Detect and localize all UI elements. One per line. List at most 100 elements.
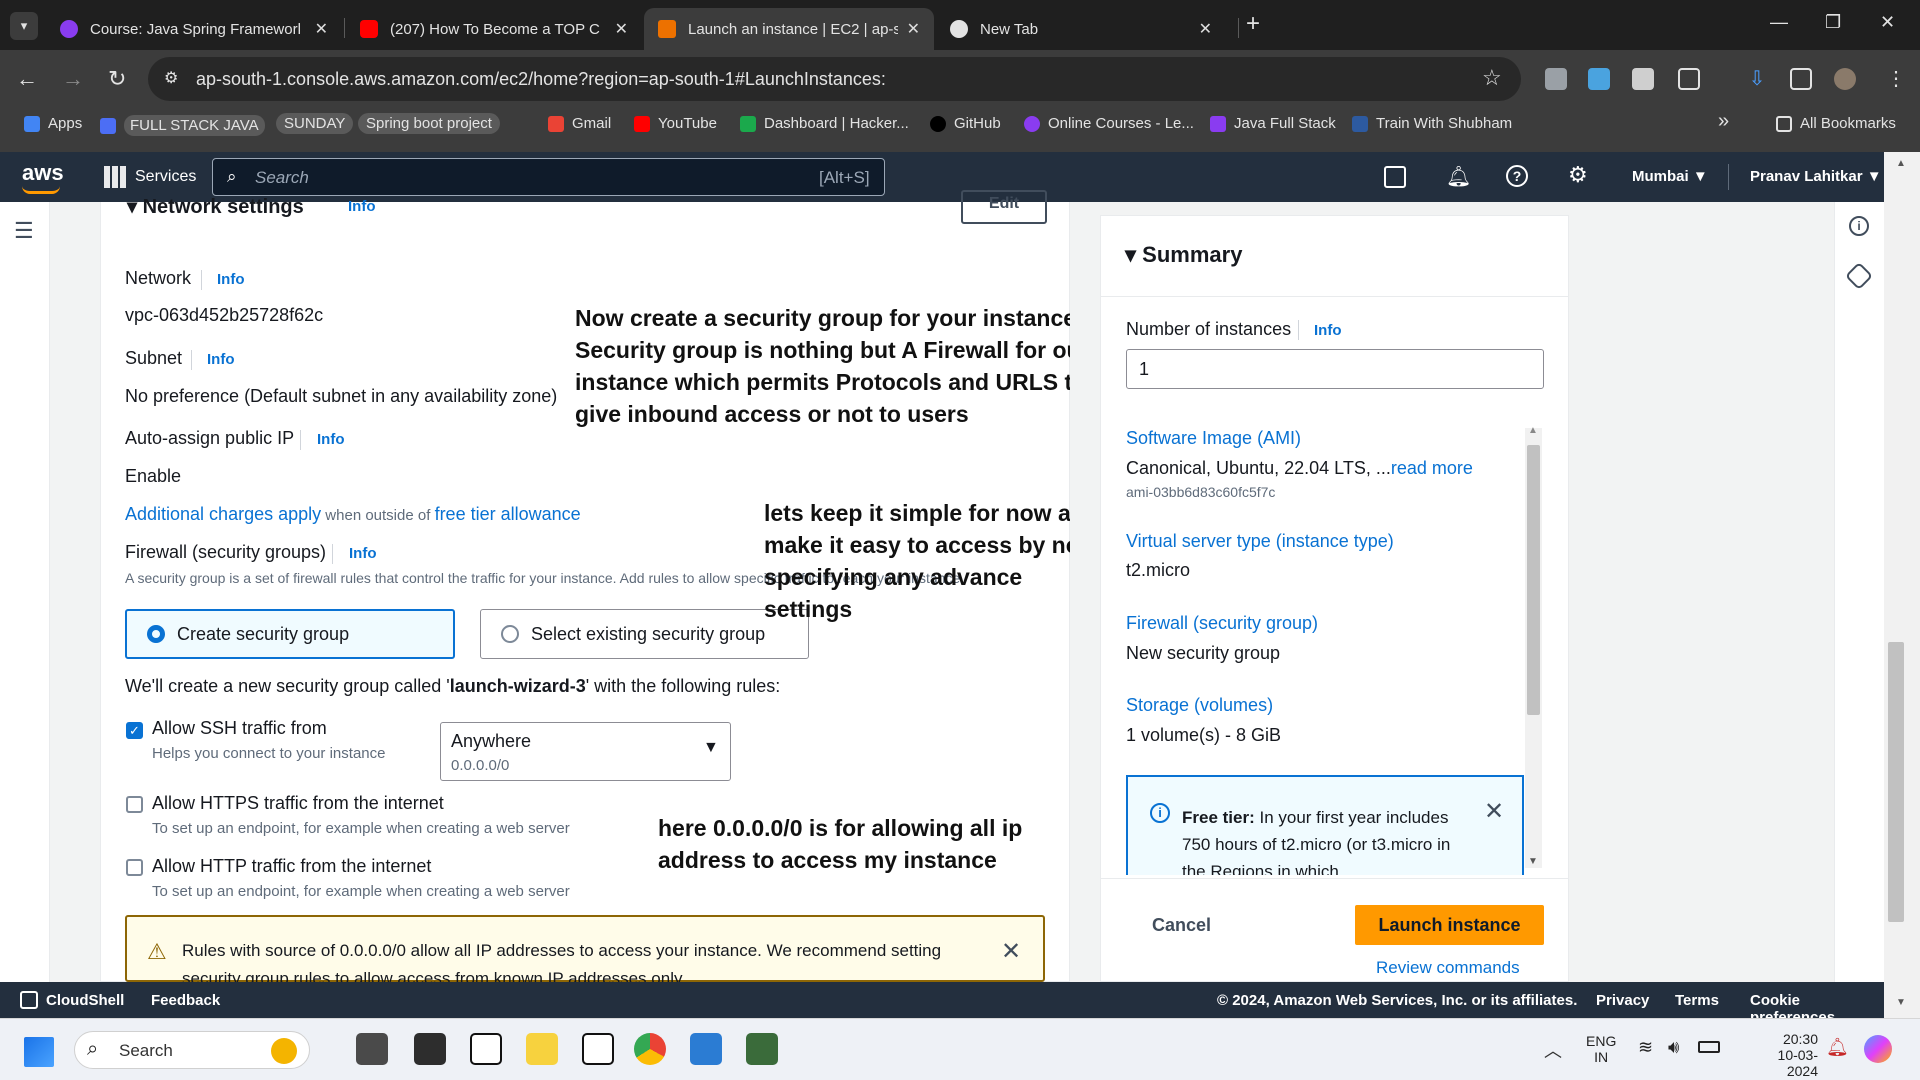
bookmark-gmail[interactable]: Gmail	[548, 115, 611, 132]
forward-icon[interactable]: →	[62, 66, 84, 92]
section-title[interactable]: ▾ Network settings	[127, 194, 304, 219]
browser-tab[interactable]: (207) How To Become a TOP Cl ✕	[346, 8, 642, 50]
notepad-icon[interactable]	[690, 1033, 722, 1065]
notion-icon[interactable]	[582, 1033, 614, 1065]
bookmark-sunday[interactable]: SUNDAY	[276, 113, 354, 134]
storage-link[interactable]: Storage (volumes)	[1126, 695, 1273, 716]
battery-icon[interactable]	[1698, 1041, 1720, 1053]
summary-title[interactable]: ▾ Summary	[1125, 242, 1242, 268]
account-menu[interactable]: Pranav Lahitkar ▼	[1750, 168, 1882, 185]
info-link[interactable]: Info	[207, 351, 235, 368]
services-grid-icon[interactable]	[104, 166, 126, 188]
language-indicator[interactable]: ENG IN	[1586, 1033, 1616, 1065]
feedback-icon[interactable]	[1844, 261, 1874, 291]
ssh-checkbox[interactable]: ✓	[126, 722, 143, 739]
tab-close-icon[interactable]: ✕	[315, 19, 328, 39]
close-icon[interactable]: ✕	[1001, 937, 1021, 966]
close-icon[interactable]: ✕	[1484, 797, 1504, 826]
instance-type-link[interactable]: Virtual server type (instance type)	[1126, 531, 1394, 552]
bookmark-online-courses[interactable]: Online Courses - Le...	[1024, 115, 1194, 132]
extensions-puzzle-icon[interactable]	[1678, 68, 1700, 90]
taskbar-search[interactable]: ⌕ Search	[74, 1031, 310, 1069]
info-link[interactable]: Info	[348, 198, 376, 215]
bookmark-spring-boot-project[interactable]: Spring boot project	[358, 113, 500, 134]
extension-icon[interactable]	[1588, 68, 1610, 90]
download-icon[interactable]: ⇩	[1746, 68, 1768, 90]
show-hidden-icons-icon[interactable]: ︿	[1544, 1037, 1562, 1063]
free-tier-link[interactable]: free tier allowance	[435, 504, 581, 524]
site-info-icon[interactable]: ⚙	[164, 68, 178, 88]
bookmark-github[interactable]: GitHub	[930, 115, 1001, 132]
bookmark-full-stack-java[interactable]: FULL STACK JAVA	[100, 115, 265, 136]
browser-tab-active[interactable]: Launch an instance | EC2 | ap-so ✕	[644, 8, 934, 50]
info-link[interactable]: Info	[1314, 322, 1342, 339]
sticky-notes-icon[interactable]	[526, 1033, 558, 1065]
tab-close-icon[interactable]: ✕	[1199, 19, 1212, 39]
cloudshell-icon[interactable]	[1384, 166, 1406, 188]
terms-link[interactable]: Terms	[1675, 992, 1719, 1009]
additional-charges-link[interactable]: Additional charges apply	[125, 504, 321, 524]
bookmark-hackerrank[interactable]: Dashboard | Hacker...	[740, 115, 909, 132]
terminal-icon[interactable]	[414, 1033, 446, 1065]
cancel-button[interactable]: Cancel	[1152, 915, 1211, 936]
review-commands-link[interactable]: Review commands	[1376, 958, 1520, 978]
settings-gear-icon[interactable]: ⚙	[1568, 162, 1588, 188]
extension-icon[interactable]	[1545, 68, 1567, 90]
cloudshell-button[interactable]: CloudShell	[46, 992, 124, 1009]
bookmark-youtube[interactable]: YouTube	[634, 115, 717, 132]
firewall-link[interactable]: Firewall (security group)	[1126, 613, 1318, 634]
create-security-group-option[interactable]: Create security group	[125, 609, 455, 659]
feedback-button[interactable]: Feedback	[151, 992, 220, 1009]
edit-button[interactable]: Edit	[961, 190, 1047, 224]
side-panel-icon[interactable]	[1790, 68, 1812, 90]
restore-icon[interactable]: ❐	[1825, 12, 1841, 33]
new-tab-button[interactable]: +	[1246, 10, 1260, 38]
aws-search-input[interactable]: ⌕ Search [Alt+S]	[212, 158, 885, 196]
bell-icon[interactable]: 🔔︎	[1446, 164, 1471, 189]
ami-link[interactable]: Software Image (AMI)	[1126, 428, 1301, 449]
select-existing-security-group-option[interactable]: Select existing security group	[480, 609, 809, 659]
http-checkbox[interactable]	[126, 859, 143, 876]
https-checkbox[interactable]	[126, 796, 143, 813]
windows-start-icon[interactable]	[24, 1037, 54, 1067]
scroll-thumb[interactable]	[1888, 642, 1904, 922]
task-view-icon[interactable]	[356, 1033, 388, 1065]
tab-search-button[interactable]: ▾	[10, 12, 38, 40]
bookmark-star-icon[interactable]: ☆	[1482, 65, 1502, 91]
extension-icon[interactable]	[1632, 68, 1654, 90]
tab-close-icon[interactable]: ✕	[907, 19, 920, 39]
privacy-link[interactable]: Privacy	[1596, 992, 1649, 1009]
bookmark-train-with-shubham[interactable]: Train With Shubham	[1352, 115, 1512, 132]
info-link[interactable]: Info	[317, 431, 345, 448]
tab-close-icon[interactable]: ✕	[615, 19, 628, 39]
browser-tab[interactable]: Course: Java Spring Framework ✕	[46, 8, 342, 50]
clock[interactable]: 20:30 10-03-2024	[1752, 1031, 1818, 1079]
hamburger-menu-icon[interactable]: ☰	[14, 218, 34, 244]
browser-menu-icon[interactable]: ⋮	[1886, 66, 1906, 91]
ssh-source-select[interactable]: Anywhere 0.0.0.0/0 ▼	[440, 722, 731, 781]
aws-logo[interactable]: aws	[22, 160, 64, 186]
notification-bell-icon[interactable]: 🔔︎	[1826, 1037, 1849, 1058]
scroll-down-icon[interactable]: ▼	[1896, 997, 1906, 1008]
scroll-up-icon[interactable]: ▲	[1896, 158, 1906, 169]
reload-icon[interactable]: ↻	[108, 66, 126, 92]
wifi-icon[interactable]: ≋	[1638, 1037, 1653, 1058]
help-icon[interactable]: ?	[1506, 165, 1528, 187]
close-window-icon[interactable]: ✕	[1880, 12, 1895, 33]
launch-instance-button[interactable]: Launch instance	[1355, 905, 1544, 945]
info-link[interactable]: Info	[349, 545, 377, 562]
more-bookmarks-button[interactable]: »	[1718, 110, 1729, 133]
scroll-up-icon[interactable]: ▲	[1528, 425, 1538, 436]
info-link[interactable]: Info	[217, 271, 245, 288]
minimize-icon[interactable]: —	[1770, 12, 1788, 33]
page-scrollbar[interactable]: ▲ ▼	[1884, 152, 1920, 1018]
region-selector[interactable]: Mumbai ▼	[1632, 168, 1708, 185]
snipping-tool-icon[interactable]	[746, 1033, 778, 1065]
browser-tab[interactable]: New Tab ✕	[936, 8, 1226, 50]
summary-scroll-thumb[interactable]	[1527, 445, 1540, 715]
bookmark-apps[interactable]: Apps	[24, 115, 82, 132]
all-bookmarks-button[interactable]: All Bookmarks	[1776, 115, 1896, 132]
info-panel-icon[interactable]: i	[1849, 216, 1869, 236]
profile-avatar[interactable]	[1834, 68, 1856, 90]
chrome-icon[interactable]	[634, 1033, 666, 1065]
